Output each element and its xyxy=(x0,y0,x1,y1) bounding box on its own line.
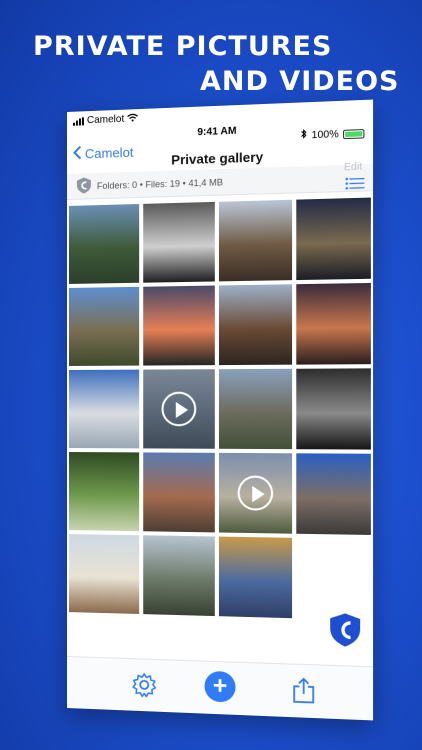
carrier-name: Camelot xyxy=(86,113,125,127)
photo-thumbnail[interactable] xyxy=(296,453,371,535)
edit-button[interactable]: Edit xyxy=(344,161,362,173)
wifi-icon xyxy=(127,113,138,125)
photo-thumbnail[interactable] xyxy=(68,534,140,614)
gear-icon xyxy=(131,671,157,698)
photo-thumbnail[interactable] xyxy=(143,452,215,533)
plus-icon: + xyxy=(212,672,228,701)
photo-thumbnail[interactable] xyxy=(218,536,293,619)
headline-line-2: AND VIDEOS xyxy=(200,66,400,97)
tab-bar: + xyxy=(67,656,374,721)
play-icon xyxy=(237,475,274,511)
video-thumbnail[interactable] xyxy=(143,369,215,449)
camelot-logo-icon[interactable] xyxy=(330,613,361,648)
play-icon xyxy=(161,391,197,427)
photo-thumbnail[interactable] xyxy=(68,452,140,532)
phone-screen: Camelot 9:41 AM 100% Camelot Private gal… xyxy=(67,99,374,721)
photo-thumbnail[interactable] xyxy=(296,197,371,281)
video-thumbnail[interactable] xyxy=(218,452,293,534)
camelot-shield-icon xyxy=(76,177,91,194)
photo-thumbnail[interactable] xyxy=(143,201,215,283)
headline-line-1: PRIVATE PICTURES xyxy=(33,31,333,62)
photo-thumbnail[interactable] xyxy=(143,535,215,617)
photo-thumbnail[interactable] xyxy=(68,286,140,366)
photo-thumbnail[interactable] xyxy=(218,199,293,282)
photo-thumbnail[interactable] xyxy=(68,369,140,449)
share-button[interactable] xyxy=(292,677,315,710)
photo-thumbnail[interactable] xyxy=(218,284,293,366)
photo-thumbnail[interactable] xyxy=(218,368,293,450)
share-icon xyxy=(292,677,315,705)
photo-grid xyxy=(68,197,371,621)
status-bar: Camelot 9:41 AM 100% xyxy=(67,100,373,141)
photo-thumbnail[interactable] xyxy=(68,203,140,284)
photo-thumbnail[interactable] xyxy=(296,368,371,450)
signal-icon xyxy=(72,116,84,126)
carrier-indicator: Camelot xyxy=(72,113,138,127)
photo-thumbnail[interactable] xyxy=(296,282,371,365)
photo-thumbnail[interactable] xyxy=(143,285,215,366)
list-view-icon[interactable] xyxy=(345,177,365,190)
storage-summary: Folders: 0 • Files: 19 • 41,4 MB xyxy=(96,177,223,192)
settings-button[interactable] xyxy=(131,671,157,703)
add-button[interactable]: + xyxy=(204,670,236,703)
